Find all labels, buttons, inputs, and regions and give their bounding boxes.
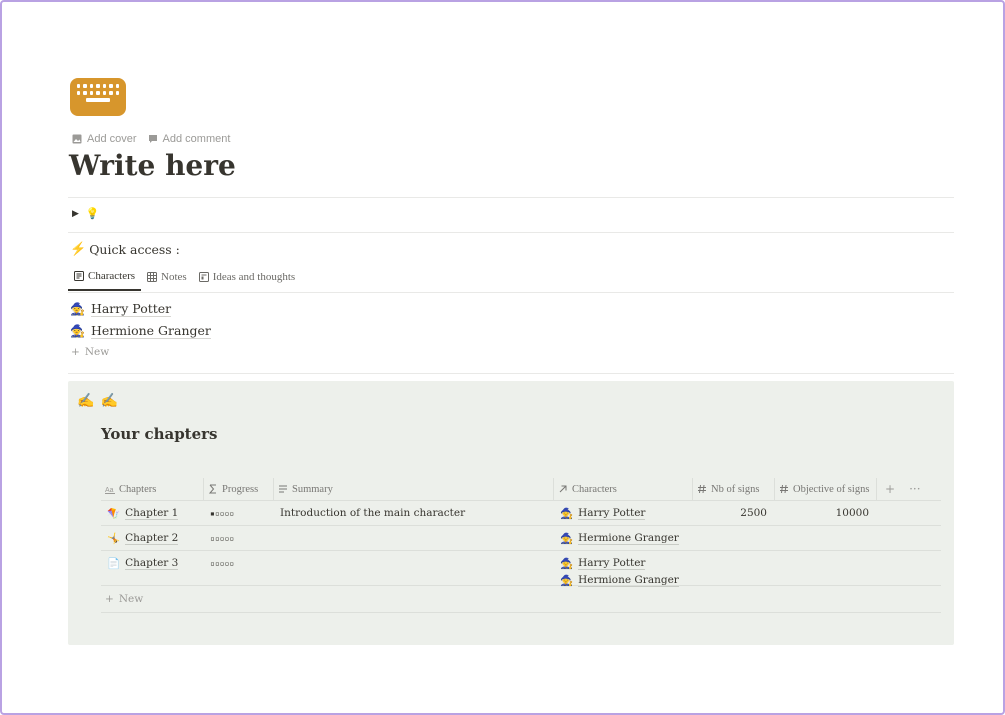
chapter-title[interactable]: Chapter 3 (125, 557, 179, 570)
tab-label: Notes (161, 271, 187, 283)
add-comment-button[interactable]: Add comment (148, 133, 231, 145)
toggle-block[interactable]: ▶ 💡 (72, 207, 100, 220)
list-item[interactable]: 🧙 Harry Potter (70, 301, 172, 317)
table-row[interactable]: 📄 Chapter 3 ▫▫▫▫▫ 🧙 Harry Potter 🧙 Hermione… (101, 551, 941, 587)
lightning-icon: ⚡ (70, 242, 87, 257)
page-title[interactable]: Write here (69, 149, 236, 182)
database-title[interactable]: Your chapters (101, 425, 218, 443)
add-cover-label: Add cover (87, 133, 137, 145)
column-header-nb-of-signs[interactable]: Nb of signs (693, 478, 775, 500)
add-comment-label: Add comment (162, 133, 231, 145)
add-column-button[interactable]: + (885, 482, 895, 496)
chapter-title[interactable]: Chapter 1 (125, 507, 179, 520)
progress-value: ▫▫▫▫▫ (210, 559, 235, 568)
quick-access-label: Quick access : (89, 242, 180, 257)
grid-icon (147, 272, 158, 282)
board-icon (198, 272, 209, 282)
lines-icon (279, 485, 287, 493)
wizard-icon: 🧙 (560, 508, 574, 520)
hash-icon (698, 484, 706, 494)
column-label: Characters (572, 483, 617, 495)
new-label: New (118, 593, 144, 605)
column-header-objective-of-signs[interactable]: Objective of signs (775, 478, 877, 500)
column-label: Summary (292, 483, 333, 495)
keyboard-icon[interactable] (70, 78, 126, 116)
writing-hand-icon: ✍️ (100, 393, 118, 409)
list-item-label: Hermione Granger (90, 323, 211, 339)
wizard-icon: 🧙 (560, 575, 574, 587)
character-link[interactable]: Harry Potter (578, 507, 646, 520)
callout-icons: ✍️ ✍️ (77, 393, 118, 409)
plus-icon: + (105, 593, 114, 605)
lightbulb-icon: 💡 (85, 207, 100, 220)
plus-icon: + (71, 346, 80, 358)
table-header: Aa Chapters Progress Summary Characters … (101, 478, 941, 501)
quick-access-heading: ⚡ Quick access : (70, 242, 180, 257)
wizard-icon: 🧙 (560, 558, 574, 570)
tab-ideas-and-thoughts[interactable]: Ideas and thoughts (193, 270, 301, 291)
writing-hand-icon[interactable]: ✍️ (77, 393, 94, 409)
chapters-table: Aa Chapters Progress Summary Characters … (101, 478, 941, 613)
summary-cell[interactable]: Introduction of the main character (280, 507, 465, 519)
column-label: Chapters (119, 483, 157, 495)
objective-cell[interactable]: 10000 (836, 507, 869, 519)
new-label: New (84, 346, 110, 358)
text-icon: Aa (105, 487, 115, 494)
tabs-divider (68, 292, 954, 293)
character-link[interactable]: Hermione Granger (578, 574, 679, 587)
chapter-title[interactable]: Chapter 2 (125, 532, 179, 545)
tab-characters[interactable]: Characters (68, 270, 142, 291)
tab-notes[interactable]: Notes (141, 270, 193, 291)
column-header-characters[interactable]: Characters (554, 478, 693, 500)
divider (68, 232, 954, 233)
wizard-icon: 🧙 (560, 533, 574, 545)
gymnast-icon: 🤸 (107, 533, 121, 545)
divider (68, 197, 954, 198)
toggle-arrow-icon[interactable]: ▶ (72, 209, 79, 219)
kite-icon: 🪁 (107, 508, 121, 520)
column-actions: + ··· (877, 478, 941, 500)
page-icon (74, 271, 84, 281)
column-label: Progress (222, 483, 259, 495)
column-label: Objective of signs (793, 483, 870, 495)
more-options-button[interactable]: ··· (909, 482, 920, 496)
list-item[interactable]: 🧙 Hermione Granger (70, 323, 211, 339)
column-label: Nb of signs (711, 483, 760, 495)
character-link[interactable]: Hermione Granger (578, 532, 679, 545)
tab-label: Ideas and thoughts (212, 271, 296, 283)
nb-signs-cell[interactable]: 2500 (740, 507, 767, 519)
hash-icon (780, 484, 788, 494)
wizard-icon: 🧙 (70, 302, 85, 316)
character-link[interactable]: Harry Potter (578, 557, 646, 570)
comment-icon (148, 135, 157, 143)
add-cover-button[interactable]: Add cover (72, 133, 137, 145)
image-icon (72, 134, 82, 144)
relation-arrow-icon (559, 485, 567, 493)
view-tabs: Characters Notes Ideas and thoughts (68, 270, 301, 291)
progress-value: ▫▫▫▫▫ (210, 534, 235, 543)
tab-label: Characters (88, 270, 136, 282)
new-row-button[interactable]: + New (101, 586, 941, 613)
page-icon: 📄 (107, 558, 121, 570)
table-row[interactable]: 🤸 Chapter 2 ▫▫▫▫▫ 🧙 Hermione Granger (101, 526, 941, 551)
page-actions: Add cover Add comment (72, 133, 230, 145)
new-item-button[interactable]: + New (71, 346, 109, 358)
column-header-progress[interactable]: Progress (204, 478, 274, 500)
wizard-icon: 🧙 (70, 324, 85, 338)
divider (68, 373, 954, 374)
svg-text:Aa: Aa (105, 487, 114, 494)
progress-value: ▪▫▫▫▫ (210, 509, 235, 518)
sigma-icon (208, 484, 216, 494)
table-row[interactable]: 🪁 Chapter 1 ▪▫▫▫▫ Introduction of the mai… (101, 501, 941, 526)
column-header-chapters[interactable]: Aa Chapters (101, 478, 204, 500)
column-header-summary[interactable]: Summary (274, 478, 554, 500)
list-item-label: Harry Potter (90, 301, 172, 317)
